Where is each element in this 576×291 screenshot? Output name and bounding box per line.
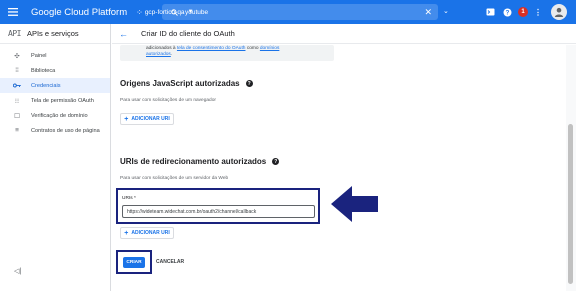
domain-icon: ☐ <box>14 112 20 120</box>
expand-search-icon[interactable]: ⌄ <box>443 7 449 15</box>
sidebar-item-label: Painel <box>31 52 47 59</box>
dashboard-icon: ✣ <box>14 52 20 60</box>
consent-icon: ⁝⁝ <box>14 97 20 105</box>
create-button[interactable]: CRIAR <box>123 257 145 268</box>
info-text: como <box>245 46 260 51</box>
button-label: ADICIONAR URI <box>131 116 170 122</box>
api-logo-icon: API <box>8 29 21 38</box>
key-icon <box>12 83 22 88</box>
more-options-icon[interactable]: ⋮ <box>532 6 544 18</box>
sidebar-header: API APIs e serviços <box>0 24 110 44</box>
sidebar-list: ✣ Painel ⁞⁞ Biblioteca Credenciais ⁝⁝ Te… <box>0 44 110 138</box>
brand-title[interactable]: Google Cloud Platform <box>31 7 127 18</box>
cloud-shell-icon[interactable] <box>484 6 496 18</box>
redirect-uri-input[interactable]: https://wideteam.widechat.com.br/oauth2/… <box>122 205 315 218</box>
top-app-bar: Google Cloud Platform ⁘ gcp-fortico-qa ▼… <box>0 0 576 24</box>
sidebar-item-page-usage[interactable]: ≡ Contratos de uso de página <box>0 123 110 138</box>
add-js-origin-button[interactable]: + ADICIONAR URI <box>120 113 174 125</box>
add-redirect-uri-button[interactable]: + ADICIONAR URI <box>120 227 174 239</box>
notifications-badge[interactable]: 1 <box>518 7 528 17</box>
clear-search-icon[interactable]: ✕ <box>424 7 432 18</box>
sidebar-item-credenciais[interactable]: Credenciais <box>0 78 110 93</box>
pointer-arrow-icon <box>331 186 378 222</box>
hamburger-menu-icon[interactable] <box>2 0 24 24</box>
avatar[interactable] <box>551 4 567 20</box>
sidebar-item-label: Tela de permissão OAuth <box>31 97 94 104</box>
info-box: adicionados à tela de consentimento do O… <box>120 45 334 61</box>
help-icon[interactable]: ? <box>501 6 513 18</box>
uri-label: URIs * <box>122 196 136 201</box>
search-icon <box>171 8 178 16</box>
sidebar: API APIs e serviços ✣ Painel ⁞⁞ Bibliote… <box>0 24 111 291</box>
scrollbar-thumb[interactable] <box>568 124 573 284</box>
help-icon[interactable]: ? <box>272 158 280 165</box>
settings-list-icon: ≡ <box>15 127 19 134</box>
search-bar[interactable]: youtube ✕ <box>162 4 438 20</box>
sidebar-item-label: Contratos de uso de página <box>31 127 100 134</box>
plus-icon: + <box>124 229 129 237</box>
plus-icon: + <box>124 115 129 123</box>
sidebar-item-biblioteca[interactable]: ⁞⁞ Biblioteca <box>0 63 110 78</box>
cancel-button[interactable]: CANCELAR <box>156 259 184 265</box>
collapse-sidebar-icon[interactable]: ◁| <box>14 267 21 275</box>
info-text: adicionados à <box>146 46 177 51</box>
domains-link[interactable]: domínios <box>260 46 279 51</box>
sidebar-item-label: Verificação de domínio <box>31 112 88 119</box>
section-title: Origens JavaScript autorizadas <box>120 79 240 88</box>
page-header: ← Criar ID do cliente do OAuth <box>112 24 576 44</box>
info-text: . <box>170 52 173 57</box>
js-origins-desc: Para usar com solicitações de um navegad… <box>120 98 216 103</box>
authorized-link[interactable]: autorizados <box>146 52 171 57</box>
sidebar-item-domain-verification[interactable]: ☐ Verificação de domínio <box>0 108 110 123</box>
back-arrow-icon[interactable]: ← <box>119 29 128 39</box>
sidebar-title: APIs e serviços <box>26 29 79 38</box>
page-title: Criar ID do cliente do OAuth <box>141 29 235 38</box>
sidebar-item-painel[interactable]: ✣ Painel <box>0 48 110 63</box>
consent-screen-link[interactable]: tela de consentimento do OAuth <box>177 46 246 51</box>
svg-text:?: ? <box>505 10 509 16</box>
section-title: URIs de redirecionamento autorizados <box>120 157 267 166</box>
redirect-uris-title: URIs de redirecionamento autorizados ? <box>120 157 280 166</box>
create-highlight-box: CRIAR <box>116 250 152 274</box>
main-content: adicionados à tela de consentimento do O… <box>112 45 564 291</box>
uri-highlight-box: URIs * https://wideteam.widechat.com.br/… <box>116 188 320 224</box>
search-input[interactable]: youtube <box>185 9 208 16</box>
help-icon[interactable]: ? <box>245 80 253 87</box>
js-origins-title: Origens JavaScript autorizadas ? <box>120 79 253 88</box>
sidebar-item-oauth-consent[interactable]: ⁝⁝ Tela de permissão OAuth <box>0 93 110 108</box>
redirect-uris-desc: Para usar com solicitações de um servido… <box>120 176 229 181</box>
button-label: ADICIONAR URI <box>131 230 170 236</box>
project-icon: ⁘ <box>136 7 143 17</box>
sidebar-item-label: Credenciais <box>31 82 61 89</box>
sidebar-item-label: Biblioteca <box>31 67 56 74</box>
library-icon: ⁞⁞ <box>15 67 19 74</box>
